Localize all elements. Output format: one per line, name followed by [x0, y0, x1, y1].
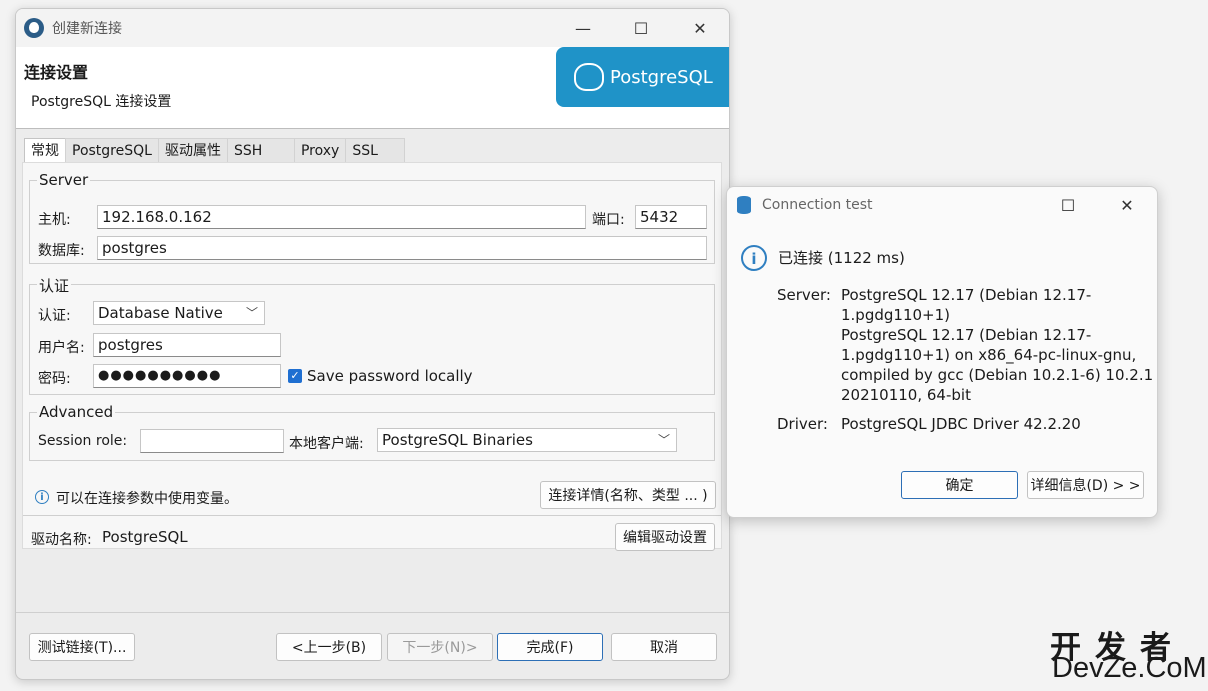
auth-label: 认证: [38, 308, 71, 324]
host-input[interactable]: 192.168.0.162 [97, 205, 586, 229]
edit-driver-settings-button[interactable]: 编辑驱动设置 [615, 523, 715, 551]
tab-ssl[interactable]: SSL [345, 138, 406, 163]
driver-name-value: PostgreSQL [102, 528, 188, 546]
elephant-icon [574, 63, 604, 91]
session-role-input[interactable] [140, 429, 284, 453]
database-icon [737, 196, 751, 214]
password-input[interactable]: ●●●●●●●●●● [93, 364, 281, 388]
server-line: compiled by gcc (Debian 10.2.1-6) 10.2.1 [841, 366, 1154, 384]
details-button[interactable]: 详细信息(D) > > [1027, 471, 1144, 499]
server-label: Server: [777, 286, 831, 304]
divider [23, 515, 721, 516]
dialog-close-button[interactable]: ✕ [1098, 187, 1156, 223]
username-label: 用户名: [38, 340, 85, 356]
minimize-button[interactable]: — [554, 9, 612, 47]
server-info: PostgreSQL 12.17 (Debian 12.17- 1.pgdg11… [841, 285, 1153, 405]
password-label: 密码: [38, 371, 71, 387]
auth-method-select[interactable]: Database Native ﹀ [93, 301, 265, 325]
back-button[interactable]: <上一步(B) [276, 633, 382, 661]
driver-info: PostgreSQL JDBC Driver 42.2.20 [841, 415, 1081, 433]
logo-text: PostgreSQL [610, 66, 713, 88]
tab-general[interactable]: 常规 [24, 138, 66, 163]
session-role-label: Session role: [38, 433, 128, 449]
server-line: 1.pgdg110+1) on x86_64-pc-linux-gnu, [841, 346, 1137, 364]
local-client-value: PostgreSQL Binaries [382, 431, 533, 449]
driver-label: Driver: [777, 415, 828, 433]
connection-details-button[interactable]: 连接详情(名称、类型 ... ) [540, 481, 716, 509]
database-input[interactable]: postgres [97, 236, 707, 260]
tab-driver-properties[interactable]: 驱动属性 [157, 138, 228, 163]
host-label: 主机: [38, 212, 71, 228]
auth-legend: 认证 [37, 275, 72, 296]
auth-method-value: Database Native [98, 304, 223, 322]
dialog-maximize-button[interactable]: ☐ [1039, 187, 1097, 223]
chevron-down-icon: ﹀ [245, 306, 258, 320]
database-label: 数据库: [38, 243, 85, 259]
page-title: 连接设置 [24, 63, 89, 82]
maximize-button[interactable]: ☐ [612, 9, 670, 47]
header-area: 连接设置 PostgreSQL 连接设置 PostgreSQL [16, 47, 729, 129]
dialog-title: Connection test [762, 197, 873, 213]
dbeaver-app-icon [24, 18, 44, 38]
server-line: 20210110, 64-bit [841, 386, 971, 404]
watermark-line2: DevZe.CoM [1052, 652, 1207, 684]
tab-bar: 常规 PostgreSQL 驱动属性 SSH Proxy SSL [24, 138, 406, 163]
title-bar: 创建新连接 — ☐ ✕ [16, 9, 729, 47]
page-subtitle: PostgreSQL 连接设置 [31, 94, 172, 110]
server-legend: Server [37, 171, 91, 189]
username-input[interactable]: postgres [93, 333, 281, 357]
tab-postgresql[interactable]: PostgreSQL [65, 138, 159, 163]
server-line: 1.pgdg110+1) [841, 306, 950, 324]
local-client-select[interactable]: PostgreSQL Binaries ﹀ [377, 428, 677, 452]
driver-name-label: 驱动名称: [31, 532, 92, 548]
info-icon: i [35, 490, 49, 504]
close-button[interactable]: ✕ [671, 9, 729, 47]
connection-test-dialog: Connection test ☐ ✕ i 已连接 (1122 ms) Serv… [726, 186, 1158, 518]
port-input[interactable]: 5432 [635, 205, 707, 229]
tab-ssh[interactable]: SSH [226, 138, 295, 163]
info-icon: i [741, 245, 767, 271]
finish-button[interactable]: 完成(F) [497, 633, 603, 661]
save-password-checkbox[interactable]: ✓ [288, 369, 302, 383]
server-line: PostgreSQL 12.17 (Debian 12.17- [841, 326, 1092, 344]
connection-status: 已连接 (1122 ms) [778, 249, 905, 267]
save-password-label: Save password locally [307, 367, 473, 385]
postgresql-logo: PostgreSQL [556, 47, 729, 107]
tab-proxy[interactable]: Proxy [293, 138, 347, 163]
footer-divider [16, 612, 729, 613]
local-client-label: 本地客户端: [289, 436, 364, 452]
cancel-button[interactable]: 取消 [611, 633, 717, 661]
test-connection-button[interactable]: 测试链接(T)... [29, 633, 135, 661]
ok-button[interactable]: 确定 [901, 471, 1018, 499]
new-connection-window: 创建新连接 — ☐ ✕ 连接设置 PostgreSQL 连接设置 Postgre… [15, 8, 730, 680]
general-tab-panel: Server 主机: 192.168.0.162 端口: 5432 数据库: p… [22, 162, 722, 551]
next-button[interactable]: 下一步(N)> [387, 633, 493, 661]
variables-info-text: 可以在连接参数中使用变量。 [56, 491, 238, 507]
window-title: 创建新连接 [52, 21, 122, 37]
advanced-legend: Advanced [37, 403, 116, 421]
server-line: PostgreSQL 12.17 (Debian 12.17- [841, 286, 1092, 304]
chevron-down-icon: ﹀ [657, 433, 670, 447]
port-label: 端口: [592, 212, 625, 228]
